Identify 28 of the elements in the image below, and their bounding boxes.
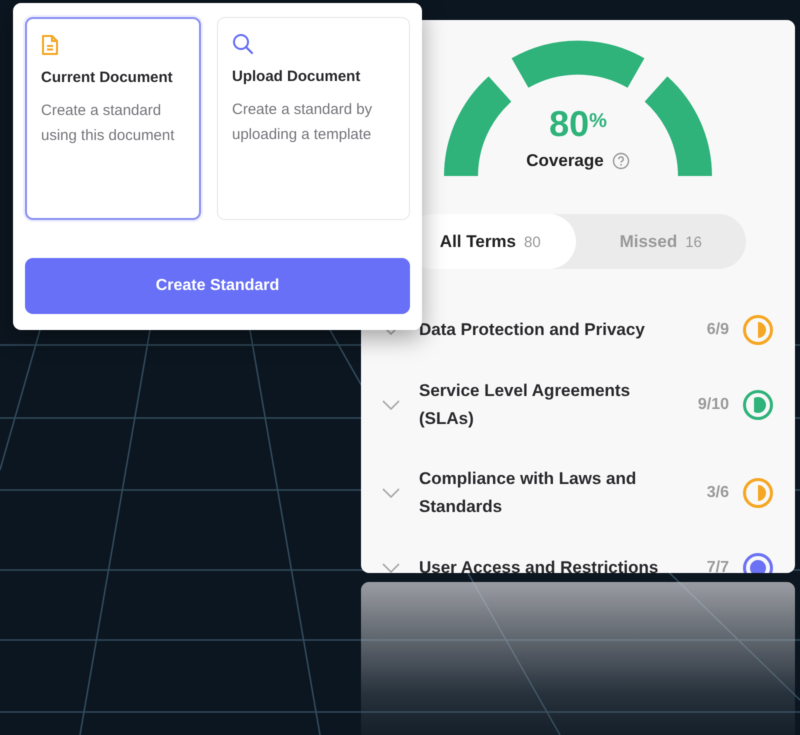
term-score: 6/9	[706, 320, 729, 340]
option-description: Create a standard using this document	[41, 101, 176, 146]
term-row[interactable]: Service Level Agreements (SLAs) 9/10	[361, 377, 795, 433]
option-title: Current Document	[41, 68, 174, 88]
term-row[interactable]: Compliance with Laws and Standards 3/6	[361, 465, 795, 521]
term-title: Service Level Agreements (SLAs)	[419, 380, 632, 430]
chevron-icon[interactable]	[381, 486, 401, 499]
chevron-icon[interactable]	[381, 398, 401, 411]
term-score: 3/6	[706, 483, 729, 503]
term-title: User Access and Restrictions	[419, 557, 660, 573]
create-standard-button[interactable]: Create Standard	[25, 258, 410, 314]
search-icon	[232, 32, 254, 55]
percent-sign: %	[589, 110, 607, 132]
help-icon[interactable]	[612, 152, 630, 170]
option-title: Upload Document	[232, 67, 362, 87]
term-row[interactable]: User Access and Restrictions 7/7	[361, 553, 795, 573]
term-score: 7/7	[706, 558, 729, 573]
term-title: Compliance with Laws and Standards	[419, 468, 638, 518]
document-icon	[41, 34, 59, 56]
term-score: 9/10	[698, 395, 729, 415]
coverage-percent: 80	[549, 103, 590, 144]
term-row[interactable]: Data Protection and Privacy 6/9	[361, 315, 795, 345]
option-card[interactable]: Current Document Create a standard using this document	[25, 17, 201, 220]
coverage-label: Coverage	[526, 150, 604, 172]
option-description: Create a standard by uploading a template	[232, 100, 374, 145]
term-title: Data Protection and Privacy	[419, 319, 646, 341]
option-card[interactable]: Upload Document Create a standard by uploading a template	[217, 17, 410, 220]
chevron-icon[interactable]	[381, 562, 401, 573]
